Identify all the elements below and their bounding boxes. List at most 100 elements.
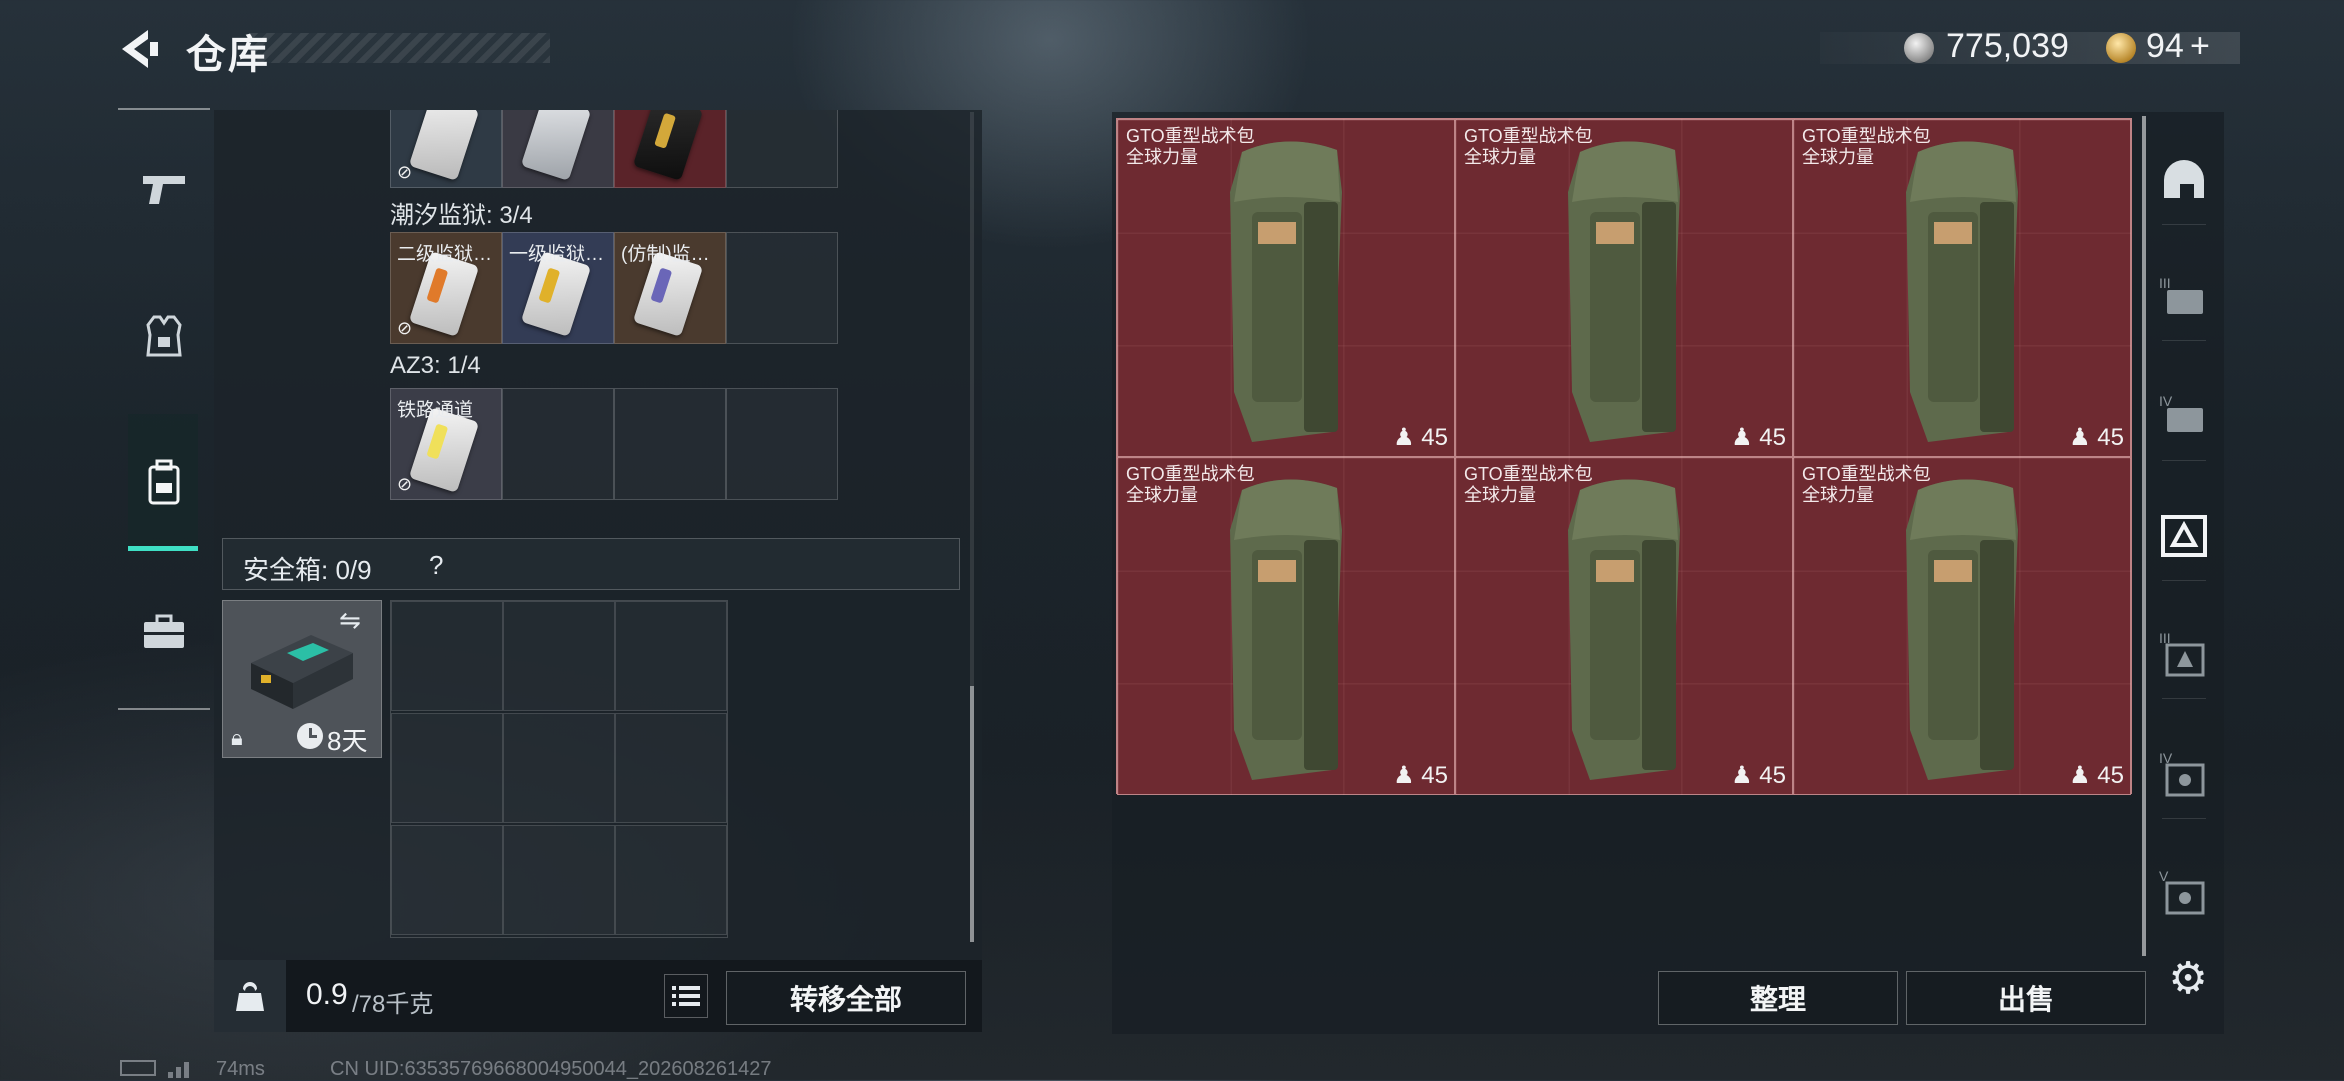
stash-item[interactable]: GTO重型战术包 全球力量 ♟︎ 45 xyxy=(1455,457,1793,795)
nav-item-weapons[interactable] xyxy=(132,160,196,220)
settings-gear-icon[interactable]: ⚙︎ xyxy=(2164,954,2212,1003)
battery-icon xyxy=(120,1060,156,1076)
category-case-tier-4[interactable]: IV xyxy=(2156,746,2212,802)
empty-slot[interactable] xyxy=(726,232,838,344)
safe-box-timer: 8天 xyxy=(327,726,368,756)
safe-box-header: 安全箱: 0/9 ? xyxy=(222,538,960,590)
card-slot[interactable] xyxy=(502,110,614,188)
stash-scrollbar-thumb[interactable] xyxy=(2142,116,2146,956)
helmet-icon xyxy=(2164,160,2204,198)
item-durability: ♟︎ 45 xyxy=(2069,762,2124,789)
gold-amount: 94 xyxy=(2146,27,2184,65)
card-row-tidal-prison: 二级监狱… ⊘ 一级监狱… (仿制)监… xyxy=(390,232,842,346)
empty-slot[interactable] xyxy=(502,388,614,500)
silver-coin-icon xyxy=(1904,33,1934,63)
stash-item[interactable]: GTO重型战术包 全球力量 ♟︎ 45 xyxy=(1793,457,2131,795)
empty-slot[interactable] xyxy=(391,601,503,711)
category-tier-4[interactable]: IV xyxy=(2156,386,2212,442)
category-tier-3[interactable]: III xyxy=(2156,268,2212,324)
weight-icon-box xyxy=(214,960,286,1032)
empty-slot[interactable] xyxy=(391,825,503,935)
weight-max: /78千克 xyxy=(352,991,434,1018)
card-slot[interactable]: ⊘ xyxy=(390,110,502,188)
nav-item-case[interactable] xyxy=(132,602,196,662)
safe-box-label: 安全箱: 0/9 xyxy=(243,555,372,585)
ping-readout: 74ms xyxy=(216,1058,265,1080)
list-view-button[interactable] xyxy=(664,974,708,1018)
card-name: 铁路通道 xyxy=(397,400,474,421)
list-icon xyxy=(672,986,700,1006)
empty-slot[interactable] xyxy=(391,713,503,823)
category-case-tier-5[interactable]: V xyxy=(2156,864,2212,920)
transfer-all-button[interactable]: 转移全部 xyxy=(726,971,966,1025)
stash-item[interactable]: GTO重型战术包 全球力量 ♟︎ 45 xyxy=(1117,119,1455,457)
access-card-icon xyxy=(408,110,480,181)
sort-button[interactable]: 整理 xyxy=(1658,971,1898,1025)
tier-item-icon: III xyxy=(2159,275,2203,314)
swap-icon[interactable]: ⇋ xyxy=(339,605,361,636)
nav-divider xyxy=(118,708,210,710)
section-label-tidal-prison: 潮汐监狱: 3/4 xyxy=(390,202,533,229)
nav-active-indicator xyxy=(128,546,198,551)
no-transfer-icon: ⊘ xyxy=(397,474,413,494)
container-icon: IV xyxy=(2159,750,2205,797)
empty-slot[interactable] xyxy=(615,713,727,823)
container-icon: III xyxy=(2159,630,2205,677)
empty-slot[interactable] xyxy=(615,601,727,711)
safe-case-icon xyxy=(251,635,353,709)
tier-item-icon: IV xyxy=(2159,393,2203,432)
category-case-active[interactable] xyxy=(2156,508,2212,564)
card-row-az3: 铁路通道 ⊘ xyxy=(390,388,842,502)
gold-coin-icon xyxy=(2106,33,2136,63)
card-name: 二级监狱… xyxy=(397,244,493,265)
empty-slot[interactable] xyxy=(503,713,615,823)
add-currency-button[interactable]: + xyxy=(2190,27,2210,66)
page-title: 仓库 xyxy=(186,33,270,77)
stash-grid: GTO重型战术包 全球力量 ♟︎ 45 GTO重型战术包 全球力量 ♟︎ 45 GT… xyxy=(1116,118,2132,795)
nav-item-backpack[interactable] xyxy=(132,452,196,512)
silver-amount: 775,039 xyxy=(1946,27,2069,65)
no-transfer-icon: ⊘ xyxy=(397,318,413,338)
empty-slot[interactable] xyxy=(503,825,615,935)
title-decor-strip xyxy=(250,33,550,63)
empty-slot[interactable] xyxy=(503,601,615,711)
item-durability: ♟︎ 45 xyxy=(1393,762,1448,789)
stash-item[interactable]: GTO重型战术包 全球力量 ♟︎ 45 xyxy=(1117,457,1455,795)
card-slot-replica-prison[interactable]: (仿制)监… xyxy=(614,232,726,344)
weight-current: 0.9 xyxy=(306,978,348,1011)
svg-text:III: III xyxy=(2159,275,2171,291)
empty-slot[interactable] xyxy=(615,825,727,935)
card-slot-level1-prison[interactable]: 一级监狱… xyxy=(502,232,614,344)
backpack-icon xyxy=(148,459,180,505)
empty-slot[interactable] xyxy=(614,388,726,500)
back-arrow-icon xyxy=(122,30,158,68)
user-uid: CN UID:63535769668004950044_202608261427 xyxy=(330,1058,772,1080)
card-slot[interactable] xyxy=(614,110,726,188)
safe-box-grid xyxy=(390,600,728,938)
category-case-tier-3[interactable]: III xyxy=(2156,626,2212,682)
empty-slot[interactable] xyxy=(726,110,838,188)
backpack-icon xyxy=(1230,479,1342,780)
sell-button[interactable]: 出售 xyxy=(1906,971,2146,1025)
access-card-icon xyxy=(520,110,592,181)
back-button[interactable] xyxy=(114,26,162,72)
nav-item-equipment[interactable] xyxy=(132,306,196,366)
safe-box-item[interactable]: ⇋ 🔒︎ 8天 xyxy=(222,600,382,758)
lock-icon: 🔒︎ xyxy=(231,725,243,750)
help-icon[interactable]: ? xyxy=(429,550,443,581)
section-label-az3: AZ3: 1/4 xyxy=(390,352,481,379)
item-durability: ♟︎ 45 xyxy=(1731,762,1786,789)
stash-item[interactable]: GTO重型战术包 全球力量 ♟︎ 45 xyxy=(1793,119,2131,457)
pistol-icon xyxy=(143,176,185,204)
stash-item[interactable]: GTO重型战术包 全球力量 ♟︎ 45 xyxy=(1455,119,1793,457)
card-slot-level2-prison[interactable]: 二级监狱… ⊘ xyxy=(390,232,502,344)
scrollbar-thumb[interactable] xyxy=(970,686,974,942)
access-card-icon xyxy=(632,110,704,181)
container-icon xyxy=(2161,515,2207,557)
category-all[interactable] xyxy=(2156,152,2212,208)
card-name: 一级监狱… xyxy=(509,244,605,265)
kettlebell-icon xyxy=(236,982,264,1011)
no-transfer-icon: ⊘ xyxy=(397,162,413,182)
empty-slot[interactable] xyxy=(726,388,838,500)
card-slot-railway[interactable]: 铁路通道 ⊘ xyxy=(390,388,502,500)
